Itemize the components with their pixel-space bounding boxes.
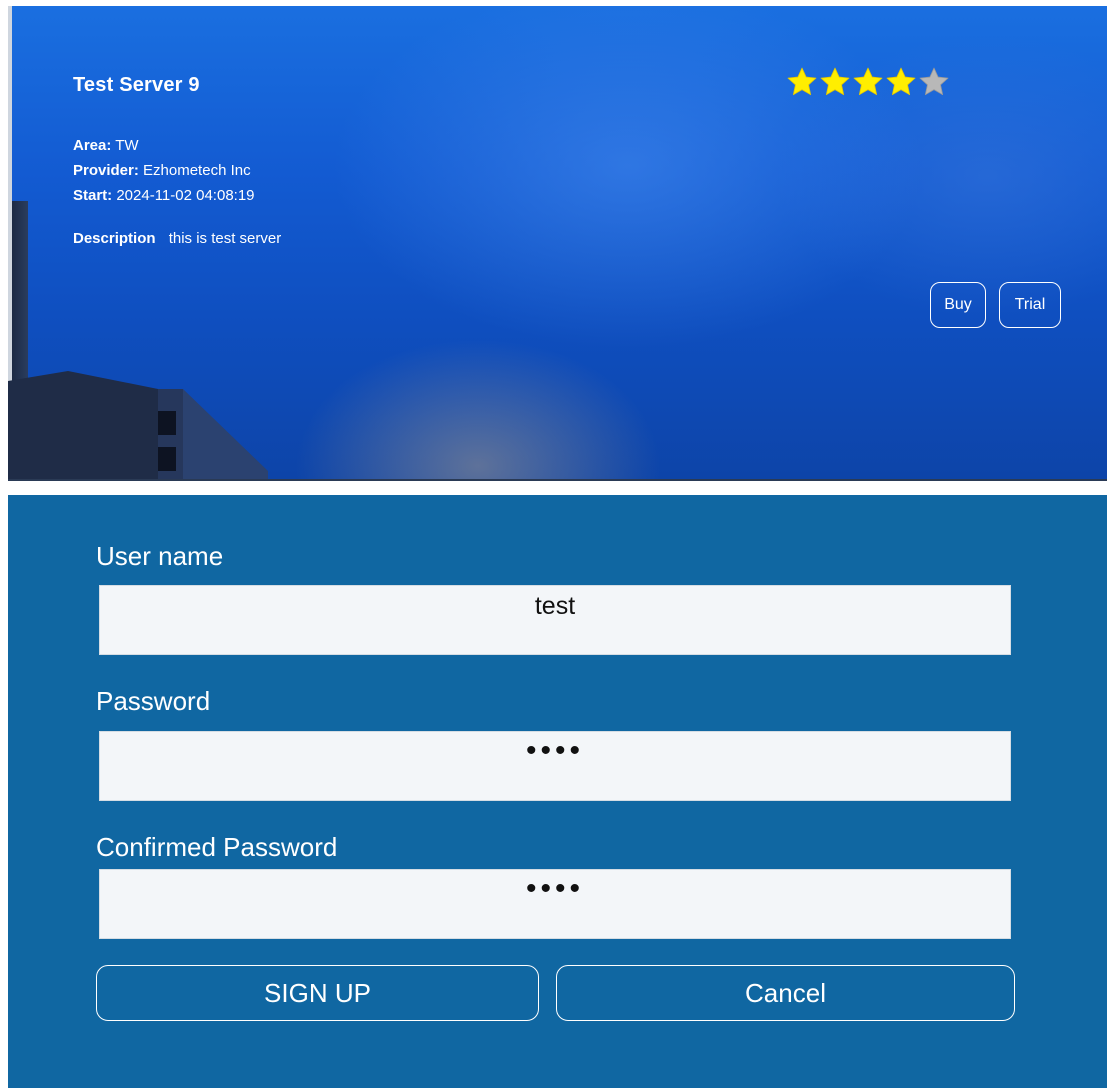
username-field[interactable]: test — [99, 585, 1011, 655]
start-value: 2024-11-02 04:08:19 — [116, 187, 255, 204]
star-filled-icon — [886, 67, 916, 96]
signup-form: User name test Password •••• Confirmed P… — [8, 495, 1107, 1088]
star-filled-icon — [787, 67, 817, 96]
area-label: Area: — [73, 137, 112, 154]
server-card: Test Server 9 Area: TW Provider: Ezhomet… — [8, 6, 1107, 481]
start-label: Start: — [73, 187, 113, 204]
trial-button[interactable]: Trial — [999, 282, 1061, 328]
provider-line: Provider: Ezhometech Inc — [73, 162, 251, 179]
star-filled-icon — [820, 67, 850, 96]
description-label: Description — [73, 230, 156, 247]
buy-button[interactable]: Buy — [930, 282, 986, 328]
confirm-password-field[interactable]: •••• — [99, 869, 1011, 939]
server-title: Test Server 9 — [73, 74, 200, 96]
confirm-password-value: •••• — [525, 872, 584, 905]
username-value: test — [534, 592, 576, 620]
password-value: •••• — [525, 734, 584, 767]
area-line: Area: TW — [73, 137, 139, 154]
provider-value: Ezhometech Inc — [143, 162, 251, 179]
signup-button[interactable]: SIGN UP — [96, 965, 539, 1021]
provider-label: Provider: — [73, 162, 139, 179]
rating-stars — [786, 66, 950, 98]
confirm-password-label: Confirmed Password — [96, 832, 338, 862]
start-line: Start: 2024-11-02 04:08:19 — [73, 187, 255, 204]
cancel-button[interactable]: Cancel — [556, 965, 1015, 1021]
page: Test Server 9 Area: TW Provider: Ezhomet… — [0, 0, 1107, 1088]
description-value: this is test server — [168, 230, 282, 247]
description-line: Description this is test server — [73, 230, 281, 247]
area-value: TW — [115, 137, 139, 154]
username-label: User name — [96, 541, 224, 571]
star-filled-icon — [853, 67, 883, 96]
star-empty-icon — [919, 67, 949, 96]
card-bottom-line — [8, 479, 1107, 481]
password-field[interactable]: •••• — [99, 731, 1011, 801]
password-label: Password — [96, 686, 211, 716]
background-building — [8, 371, 268, 481]
